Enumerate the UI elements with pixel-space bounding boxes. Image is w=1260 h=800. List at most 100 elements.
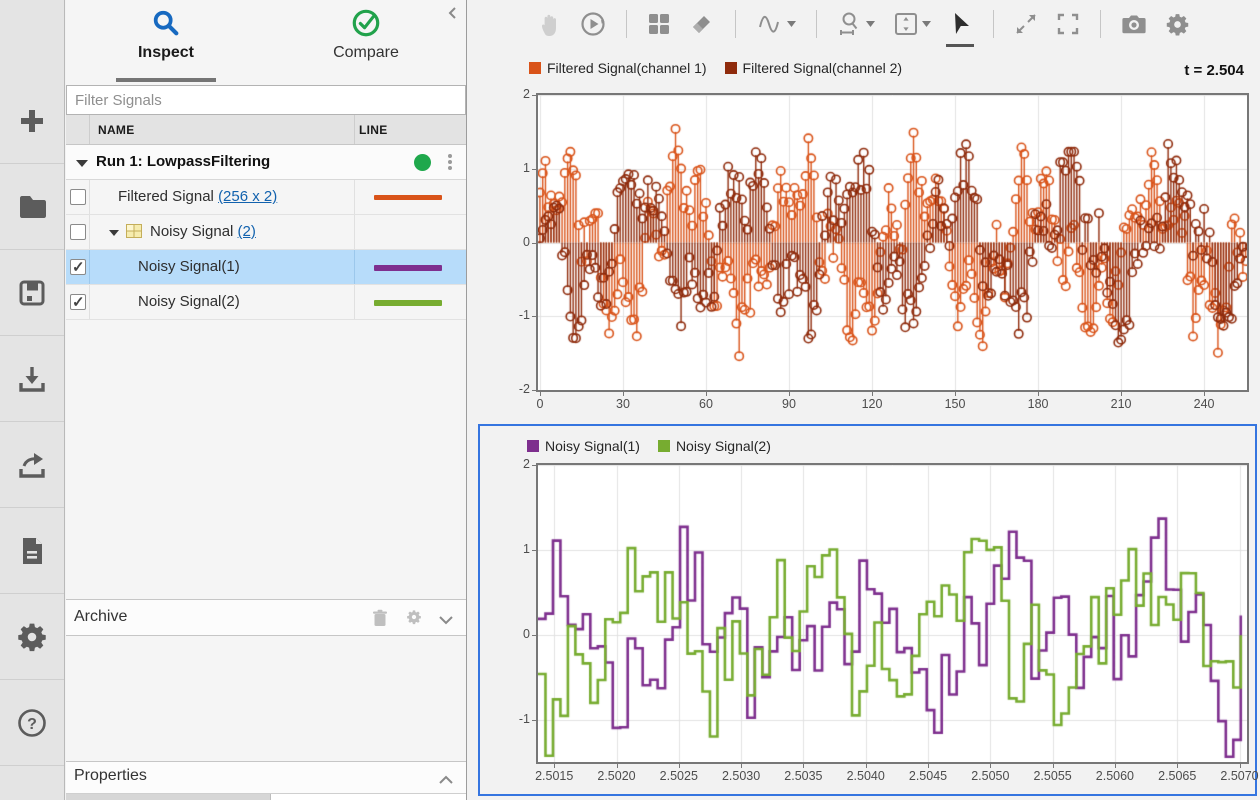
open-button[interactable] — [0, 164, 64, 250]
line-swatch[interactable] — [374, 265, 442, 271]
hand-pan-icon — [538, 11, 562, 37]
plot-settings-button[interactable] — [1163, 10, 1192, 39]
tab-compare[interactable]: Compare — [266, 0, 466, 85]
zoom-button[interactable] — [835, 9, 877, 39]
checkbox-checked[interactable] — [70, 294, 86, 310]
cursor-button[interactable] — [947, 9, 975, 39]
import-button[interactable] — [0, 336, 64, 422]
x-tick-label: 120 — [840, 397, 904, 411]
signal-row-noisy-1[interactable]: Noisy Signal(1) — [66, 250, 466, 285]
run-row[interactable]: Run 1: LowpassFiltering — [66, 145, 466, 180]
y-tick-mark — [532, 316, 536, 317]
x-tick-label: 2.5060 — [1083, 769, 1147, 783]
column-header-line: LINE — [359, 123, 388, 137]
tab-inspect-label: Inspect — [138, 44, 194, 62]
pan-button[interactable] — [536, 9, 564, 39]
x-tick-label: 2.5045 — [896, 769, 960, 783]
checkbox-unchecked[interactable] — [70, 189, 86, 205]
check-circle-icon — [351, 8, 381, 38]
x-tick-mark — [1240, 764, 1241, 768]
archive-collapse-button[interactable] — [438, 612, 454, 630]
y-tick-mark — [532, 635, 536, 636]
signal-display-button[interactable] — [754, 9, 798, 39]
x-tick-mark — [554, 764, 555, 768]
caret-down-icon — [866, 21, 875, 27]
filter-signals-input[interactable] — [66, 85, 466, 115]
collapse-panel-button[interactable] — [446, 6, 458, 25]
x-tick-mark — [872, 392, 873, 396]
x-tick-label: 2.5035 — [771, 769, 835, 783]
plot2-container-selected[interactable]: Noisy Signal(1) Noisy Signal(2) 2.5015 2.… — [478, 424, 1257, 796]
collapse-group-icon[interactable] — [109, 230, 119, 236]
x-tick-mark — [706, 392, 707, 396]
replay-button[interactable] — [578, 9, 608, 39]
x-tick-mark — [1053, 764, 1054, 768]
plot1-axes[interactable] — [536, 93, 1249, 392]
toolbar-divider — [1100, 10, 1101, 38]
collapse-run-icon[interactable] — [76, 160, 88, 167]
fullscreen-button[interactable] — [1054, 10, 1082, 38]
legend-item: Noisy Signal(2) — [658, 438, 771, 454]
y-tick-mark — [532, 465, 536, 466]
legend-swatch — [725, 62, 737, 74]
plot2-axes[interactable] — [536, 463, 1249, 764]
signal-row-noisy-group[interactable]: Noisy Signal (2) — [66, 215, 466, 250]
new-session-button[interactable] — [0, 78, 64, 164]
y-tick-label: -2 — [500, 382, 530, 396]
plot1-canvas[interactable] — [538, 95, 1247, 390]
signal-row-noisy-2[interactable]: Noisy Signal(2) — [66, 285, 466, 320]
x-tick-label: 2.5015 — [522, 769, 586, 783]
properties-table-sliver — [66, 793, 466, 800]
fit-to-view-button[interactable] — [891, 9, 933, 39]
line-swatch[interactable] — [374, 300, 442, 306]
help-icon: ? — [16, 707, 48, 739]
plot2-canvas[interactable] — [538, 465, 1247, 762]
tab-inspect[interactable]: Inspect — [66, 0, 266, 85]
x-tick-mark — [1204, 392, 1205, 396]
archive-delete-button[interactable] — [372, 609, 388, 632]
run-status-dot — [414, 154, 431, 171]
report-icon — [16, 535, 48, 567]
y-tick-label: 1 — [500, 161, 530, 175]
dims-link[interactable]: (2) — [238, 223, 256, 240]
caret-down-icon — [922, 21, 931, 27]
clear-plots-button[interactable] — [687, 10, 717, 38]
signal-label: Noisy Signal(2) — [138, 293, 240, 310]
archive-header[interactable]: Archive — [66, 599, 466, 636]
x-tick-label: 210 — [1089, 397, 1153, 411]
x-tick-label: 2.5050 — [958, 769, 1022, 783]
dims-link[interactable]: (256 x 2) — [218, 188, 277, 205]
line-swatch[interactable] — [374, 195, 442, 200]
expand-button[interactable] — [1012, 10, 1040, 38]
fullscreen-icon — [1056, 12, 1080, 36]
arrow-cursor-icon — [949, 11, 973, 37]
properties-header[interactable]: Properties — [66, 761, 466, 793]
checkbox-checked[interactable] — [70, 259, 86, 275]
help-button[interactable]: ? — [0, 680, 64, 766]
legend-label: Filtered Signal(channel 1) — [547, 60, 707, 76]
archive-settings-button[interactable] — [406, 609, 422, 630]
report-button[interactable] — [0, 508, 64, 594]
save-button[interactable] — [0, 250, 64, 336]
export-button[interactable] — [0, 422, 64, 508]
y-tick-mark — [532, 390, 536, 391]
preferences-button[interactable] — [0, 594, 64, 680]
layout-button[interactable] — [645, 10, 673, 38]
snapshot-button[interactable] — [1119, 10, 1149, 38]
signal-row-filtered[interactable]: Filtered Signal (256 x 2) — [66, 180, 466, 215]
chevron-up-icon — [438, 775, 454, 785]
y-tick-label: 1 — [500, 542, 530, 556]
checkbox-unchecked[interactable] — [70, 224, 86, 240]
properties-collapse-button[interactable] — [438, 772, 454, 790]
signal-label: Filtered Signal (256 x 2) — [118, 188, 277, 205]
x-tick-mark — [1177, 764, 1178, 768]
plot2-legend: Noisy Signal(1) Noisy Signal(2) — [527, 438, 771, 454]
toolbar-divider — [735, 10, 736, 38]
x-tick-mark — [1121, 392, 1122, 396]
time-cursor-readout: t = 2.504 — [1184, 62, 1244, 79]
column-header-name: NAME — [98, 123, 135, 137]
x-tick-label: 180 — [1006, 397, 1070, 411]
run-menu-button[interactable] — [443, 152, 457, 174]
plus-icon — [16, 105, 48, 137]
y-tick-label: 2 — [500, 457, 530, 471]
